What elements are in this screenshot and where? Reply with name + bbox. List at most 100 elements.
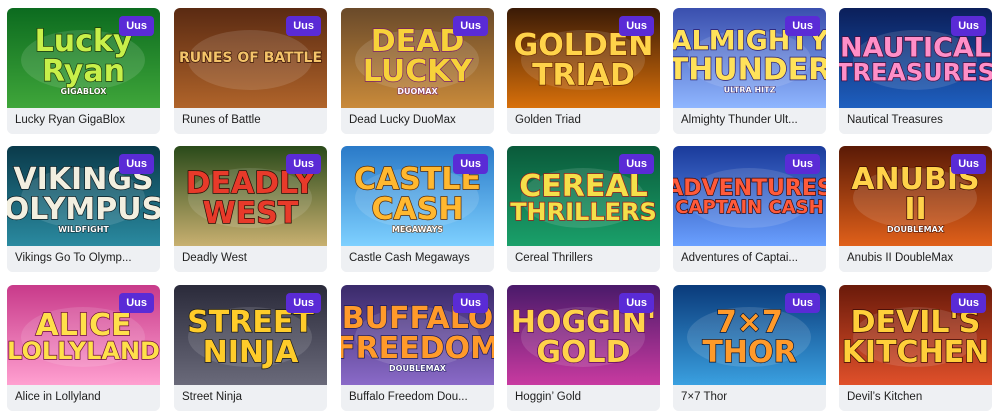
game-logo-line: CASH — [372, 192, 464, 227]
game-card[interactable]: ALICE LOLLYLAND Uus Alice in Lollyland — [7, 285, 160, 411]
game-title: Runes of Battle — [182, 114, 261, 126]
game-logo-line: GOLD — [536, 335, 630, 370]
new-badge: Uus — [453, 16, 488, 36]
game-thumbnail[interactable]: 7×7 THOR Uus — [673, 285, 826, 385]
new-badge: Uus — [951, 293, 986, 313]
game-title: Buffalo Freedom Dou... — [349, 391, 468, 403]
game-title: Devil’s Kitchen — [847, 391, 923, 403]
game-logo-line: THUNDER — [673, 53, 826, 88]
game-thumbnail[interactable]: CEREAL THRILLERS Uus — [507, 146, 660, 246]
new-badge: Uus — [119, 293, 154, 313]
game-caption[interactable]: Hoggin’ Gold — [507, 385, 660, 411]
game-thumbnail[interactable]: ADVENTURES CAPTAIN CASH Uus — [673, 146, 826, 246]
game-title: 7×7 Thor — [681, 391, 728, 403]
game-card[interactable]: VIKINGS OLYMPUS WILDFIGHT Uus Vikings Go To … — [7, 146, 160, 272]
game-thumbnail[interactable]: DEAD LUCKY DUOMAX Uus — [341, 8, 494, 108]
game-card[interactable]: DEVIL'S KITCHEN Uus Devil’s Kitchen — [839, 285, 992, 411]
game-caption[interactable]: Runes of Battle — [174, 108, 327, 134]
game-card[interactable]: STREET NINJA Uus Street Ninja — [174, 285, 327, 411]
game-card[interactable]: GOLDEN TRIAD Uus Golden Triad — [507, 8, 660, 134]
new-badge: Uus — [286, 16, 321, 36]
game-caption[interactable]: Alice in Lollyland — [7, 385, 160, 411]
game-thumbnail[interactable]: DEADLY WEST Uus — [174, 146, 327, 246]
game-caption[interactable]: Almighty Thunder Ult... — [673, 108, 826, 134]
game-card[interactable]: ANUBIS II DOUBLEMAX Uus Anubis II DoubleMax — [839, 146, 992, 272]
game-thumbnail[interactable]: RUNES OF BATTLE Uus — [174, 8, 327, 108]
game-caption[interactable]: Street Ninja — [174, 385, 327, 411]
game-caption[interactable]: Devil’s Kitchen — [839, 385, 992, 411]
game-card[interactable]: 7×7 THOR Uus 7×7 Thor — [673, 285, 826, 411]
game-logo-subtitle: MEGAWAYS — [392, 225, 444, 234]
game-card[interactable]: Lucky Ryan GIGABLOX Uus Lucky Ryan GigaBlox — [7, 8, 160, 134]
game-title: Lucky Ryan GigaBlox — [15, 114, 125, 126]
new-badge: Uus — [785, 293, 820, 313]
game-logo-subtitle: WILDFIGHT — [58, 225, 109, 234]
new-badge: Uus — [785, 154, 820, 174]
game-logo-line: NINJA — [203, 335, 300, 370]
game-caption[interactable]: Adventures of Captai... — [673, 246, 826, 272]
game-logo-subtitle: DOUBLEMAX — [887, 225, 945, 234]
new-badge: Uus — [951, 16, 986, 36]
game-thumbnail[interactable]: Lucky Ryan GIGABLOX Uus — [7, 8, 160, 108]
game-card[interactable]: DEAD LUCKY DUOMAX Uus Dead Lucky DuoMax — [341, 8, 494, 134]
game-thumbnail[interactable]: BUFFALO FREEDOM DOUBLEMAX Uus — [341, 285, 494, 385]
game-title: Vikings Go To Olymp... — [15, 252, 132, 264]
game-logo-line: RUNES OF BATTLE — [179, 50, 322, 66]
game-logo-line: LOLLYLAND — [7, 337, 160, 365]
game-thumbnail[interactable]: HOGGIN' GOLD Uus — [507, 285, 660, 385]
game-title: Street Ninja — [182, 391, 243, 403]
game-card[interactable]: NAUTICAL TREASURES Uus Nautical Treasures — [839, 8, 992, 134]
game-logo-subtitle: DUOMAX — [397, 87, 438, 96]
game-logo-line: FREEDOM — [341, 331, 494, 366]
game-caption[interactable]: Lucky Ryan GigaBlox — [7, 108, 160, 134]
game-caption[interactable]: Castle Cash Megaways — [341, 246, 494, 272]
game-card[interactable]: ALMIGHTY THUNDER ULTRA HITZ Uus Almighty Thu… — [673, 8, 826, 134]
game-thumbnail[interactable]: DEVIL'S KITCHEN Uus — [839, 285, 992, 385]
game-thumbnail[interactable]: ALMIGHTY THUNDER ULTRA HITZ Uus — [673, 8, 826, 108]
game-caption[interactable]: 7×7 Thor — [673, 385, 826, 411]
game-logo-line: CAPTAIN CASH — [675, 197, 823, 218]
new-badge: Uus — [286, 154, 321, 174]
game-caption[interactable]: Cereal Thrillers — [507, 246, 660, 272]
game-card[interactable]: CEREAL THRILLERS Uus Cereal Thrillers — [507, 146, 660, 272]
game-logo-subtitle: GIGABLOX — [61, 87, 108, 96]
game-thumbnail[interactable]: NAUTICAL TREASURES Uus — [839, 8, 992, 108]
new-badge: Uus — [619, 16, 654, 36]
game-caption[interactable]: Dead Lucky DuoMax — [341, 108, 494, 134]
game-card[interactable]: CASTLE CASH MEGAWAYS Uus Castle Cash Megaway… — [341, 146, 494, 272]
new-badge: Uus — [119, 154, 154, 174]
game-title: Dead Lucky DuoMax — [349, 114, 456, 126]
game-grid: Lucky Ryan GIGABLOX Uus Lucky Ryan GigaBlox R… — [0, 0, 1000, 416]
game-title: Golden Triad — [515, 114, 581, 126]
game-thumbnail[interactable]: ANUBIS II DOUBLEMAX Uus — [839, 146, 992, 246]
game-thumbnail[interactable]: STREET NINJA Uus — [174, 285, 327, 385]
game-card[interactable]: DEADLY WEST Uus Deadly West — [174, 146, 327, 272]
game-title: Nautical Treasures — [847, 114, 943, 126]
game-caption[interactable]: Anubis II DoubleMax — [839, 246, 992, 272]
game-thumbnail[interactable]: GOLDEN TRIAD Uus — [507, 8, 660, 108]
game-caption[interactable]: Buffalo Freedom Dou... — [341, 385, 494, 411]
game-card[interactable]: RUNES OF BATTLE Uus Runes of Battle — [174, 8, 327, 134]
game-thumbnail[interactable]: VIKINGS OLYMPUS WILDFIGHT Uus — [7, 146, 160, 246]
new-badge: Uus — [619, 154, 654, 174]
game-card[interactable]: ADVENTURES CAPTAIN CASH Uus Adventures of C… — [673, 146, 826, 272]
game-title: Castle Cash Megaways — [349, 252, 470, 264]
game-title: Hoggin’ Gold — [515, 391, 582, 403]
new-badge: Uus — [785, 16, 820, 36]
game-card[interactable]: BUFFALO FREEDOM DOUBLEMAX Uus Buffalo Freedo… — [341, 285, 494, 411]
game-logo-line: LUCKY — [363, 54, 474, 89]
game-caption[interactable]: Vikings Go To Olymp... — [7, 246, 160, 272]
new-badge: Uus — [453, 154, 488, 174]
game-logo-line: TREASURES — [839, 59, 992, 87]
game-title: Almighty Thunder Ult... — [681, 114, 798, 126]
game-caption[interactable]: Deadly West — [174, 246, 327, 272]
game-title: Adventures of Captai... — [681, 252, 798, 264]
game-logo-line: TRIAD — [532, 58, 635, 93]
game-caption[interactable]: Nautical Treasures — [839, 108, 992, 134]
game-thumbnail[interactable]: ALICE LOLLYLAND Uus — [7, 285, 160, 385]
game-logo-line: THRILLERS — [510, 198, 657, 226]
game-title: Alice in Lollyland — [15, 391, 101, 403]
game-thumbnail[interactable]: CASTLE CASH MEGAWAYS Uus — [341, 146, 494, 246]
game-caption[interactable]: Golden Triad — [507, 108, 660, 134]
game-card[interactable]: HOGGIN' GOLD Uus Hoggin’ Gold — [507, 285, 660, 411]
